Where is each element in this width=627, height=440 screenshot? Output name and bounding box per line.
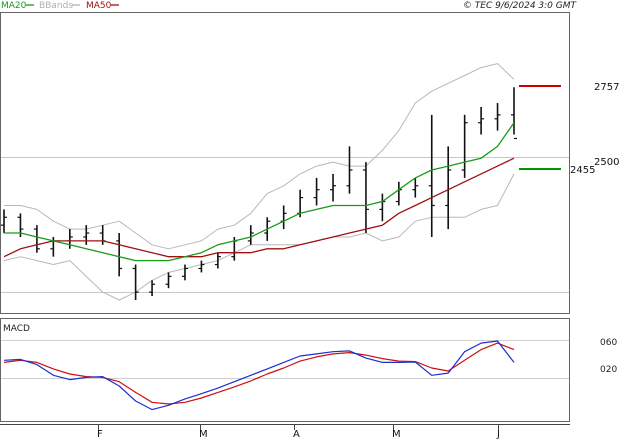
- x-tick-feb: F: [97, 424, 103, 440]
- x-tick-label-jun: J: [496, 429, 500, 440]
- x-tick-mar: M: [199, 424, 208, 440]
- x-tick-label-mar: M: [199, 429, 208, 440]
- support-level-label: 2455: [570, 165, 595, 176]
- price-panel: [0, 12, 570, 314]
- x-tick-label-may: M: [392, 429, 401, 440]
- macd-tick-060: 060: [600, 338, 617, 348]
- x-tick-label-feb: F: [97, 429, 103, 440]
- x-tick-jun: J: [496, 424, 500, 440]
- x-tick-label-apr: A: [293, 429, 300, 440]
- x-axis: F M A M J: [0, 424, 570, 440]
- copyright-text: © TEC 9/6/2024 3:0 GMT: [463, 1, 578, 11]
- legend-ma20-label: MA20: [1, 1, 27, 11]
- legend-bbands-label: BBands: [39, 1, 73, 11]
- macd-title: MACD: [3, 324, 30, 334]
- macd-panel: MACD 060 020: [0, 318, 617, 422]
- price-tick-2500: 2500: [594, 157, 619, 168]
- resistance-level-label: 2757: [594, 82, 619, 93]
- x-tick-apr: A: [293, 424, 300, 440]
- macd-panel-frame: [0, 318, 570, 422]
- legend-ma50-label: MA50: [86, 1, 112, 11]
- chart-legend: MA20 BBands MA50: [1, 1, 119, 11]
- macd-tick-020: 020: [600, 365, 617, 375]
- price-panel-frame: [0, 12, 570, 314]
- stock-chart: MA20 BBands MA50 © TEC 9/6/2024 3:0 GMT …: [0, 1, 619, 440]
- x-tick-may: M: [392, 424, 401, 440]
